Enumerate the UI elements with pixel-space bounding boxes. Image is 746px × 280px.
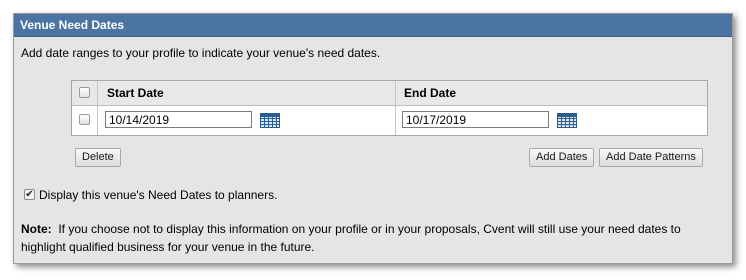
add-date-patterns-button[interactable]: Add Date Patterns — [599, 148, 703, 167]
column-header-start-date: Start Date — [107, 86, 164, 100]
table-row — [72, 105, 707, 135]
select-all-checkbox[interactable] — [79, 87, 90, 98]
intro-text: Add date ranges to your profile to indic… — [21, 46, 381, 60]
table-header-row: Start Date End Date — [72, 81, 707, 106]
start-date-input[interactable] — [105, 111, 252, 128]
venue-need-dates-panel: Venue Need Dates Add date ranges to your… — [13, 13, 733, 264]
column-divider — [395, 105, 396, 135]
note-body: If you choose not to display this inform… — [21, 222, 681, 254]
end-date-input[interactable] — [402, 111, 549, 128]
add-dates-button[interactable]: Add Dates — [529, 148, 595, 167]
calendar-icon[interactable] — [260, 113, 280, 128]
column-header-end-date: End Date — [404, 86, 457, 100]
delete-button[interactable]: Delete — [75, 148, 121, 167]
need-dates-table: Start Date End Date — [71, 80, 708, 136]
display-to-planners-checkbox[interactable]: ✔ — [24, 189, 35, 200]
column-divider — [97, 81, 98, 105]
note-label: Note: — [21, 222, 52, 236]
column-divider — [395, 81, 396, 105]
row-select-checkbox[interactable] — [79, 114, 90, 125]
display-to-planners-label: Display this venue's Need Dates to plann… — [39, 188, 278, 202]
column-divider — [97, 105, 98, 135]
panel-title: Venue Need Dates — [14, 14, 732, 37]
note-text: Note: If you choose not to display this … — [21, 220, 727, 256]
calendar-icon[interactable] — [557, 113, 577, 128]
